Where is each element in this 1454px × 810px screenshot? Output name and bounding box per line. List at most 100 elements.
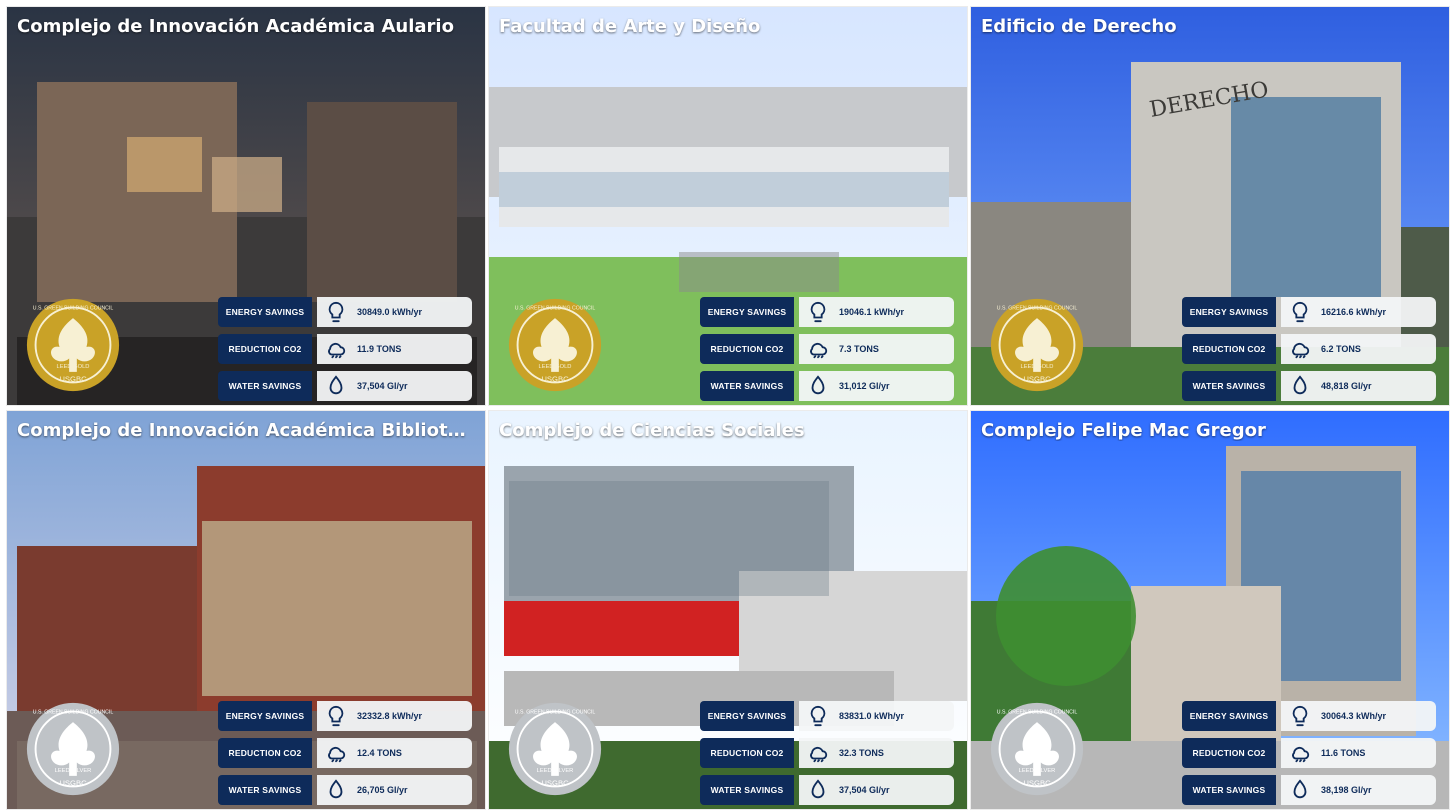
energy-value-box: 19046.1 kWh/yr	[799, 297, 954, 327]
co2-row: REDUCTION CO2 11.9 TONS	[218, 334, 472, 364]
badge-text-middle: LEED GOLD	[539, 364, 572, 370]
water-label: WATER SAVINGS	[218, 775, 312, 805]
leed-grid: Complejo de Innovación Académica Aulario…	[0, 0, 1454, 810]
lightbulb-icon	[328, 301, 344, 323]
building-title: Edificio de Derecho	[981, 17, 1177, 37]
co2-value: 11.6 TONS	[1321, 748, 1366, 758]
co2-row: REDUCTION CO2 6.2 TONS	[1182, 334, 1436, 364]
water-label: WATER SAVINGS	[700, 775, 794, 805]
cloud-icon	[810, 342, 828, 359]
stats-panel: ENERGY SAVINGS 83831.0 kWh/yr REDUCTION …	[700, 701, 954, 809]
co2-label: REDUCTION CO2	[1182, 738, 1276, 768]
water-drop-icon	[811, 779, 825, 799]
co2-value-box: 12.4 TONS	[317, 738, 472, 768]
energy-row: ENERGY SAVINGS 83831.0 kWh/yr	[700, 701, 954, 731]
energy-label: ENERGY SAVINGS	[218, 297, 312, 327]
co2-value-box: 11.9 TONS	[317, 334, 472, 364]
cloud-icon	[328, 342, 346, 359]
water-row: WATER SAVINGS 26,705 Gl/yr	[218, 775, 472, 805]
water-value: 37,504 Gl/yr	[357, 381, 408, 391]
lightbulb-icon	[810, 301, 826, 323]
energy-value: 30064.3 kWh/yr	[1321, 711, 1387, 721]
water-value-box: 31,012 Gl/yr	[799, 371, 954, 401]
water-value: 38,198 Gl/yr	[1321, 785, 1372, 795]
co2-value-box: 11.6 TONS	[1281, 738, 1436, 768]
water-row: WATER SAVINGS 38,198 Gl/yr	[1182, 775, 1436, 805]
water-value-box: 37,504 Gl/yr	[799, 775, 954, 805]
energy-value: 19046.1 kWh/yr	[839, 307, 905, 317]
badge-text-top: U.S. GREEN BUILDING COUNCIL	[997, 709, 1078, 715]
lightbulb-icon	[1292, 705, 1308, 727]
water-value-box: 48,818 Gl/yr	[1281, 371, 1436, 401]
stats-panel: ENERGY SAVINGS 30849.0 kWh/yr REDUCTION …	[218, 297, 472, 405]
building-card-aulario: Complejo de Innovación Académica Aulario…	[6, 6, 486, 406]
energy-value: 30849.0 kWh/yr	[357, 307, 423, 317]
badge-text-top: U.S. GREEN BUILDING COUNCIL	[997, 305, 1078, 311]
badge-text-top: U.S. GREEN BUILDING COUNCIL	[515, 305, 596, 311]
co2-value-box: 32.3 TONS	[799, 738, 954, 768]
water-label: WATER SAVINGS	[218, 371, 312, 401]
lightbulb-icon	[328, 705, 344, 727]
water-label: WATER SAVINGS	[700, 371, 794, 401]
stats-panel: ENERGY SAVINGS 30064.3 kWh/yr REDUCTION …	[1182, 701, 1436, 809]
co2-row: REDUCTION CO2 12.4 TONS	[218, 738, 472, 768]
co2-label: REDUCTION CO2	[700, 738, 794, 768]
stats-panel: ENERGY SAVINGS 16216.6 kWh/yr REDUCTION …	[1182, 297, 1436, 405]
water-label: WATER SAVINGS	[1182, 371, 1276, 401]
energy-label: ENERGY SAVINGS	[218, 701, 312, 731]
co2-value-box: 6.2 TONS	[1281, 334, 1436, 364]
building-title: Complejo Felipe Mac Gregor	[981, 421, 1266, 441]
cloud-icon	[1292, 746, 1310, 763]
water-value-box: 26,705 Gl/yr	[317, 775, 472, 805]
lightbulb-icon	[1292, 301, 1308, 323]
co2-label: REDUCTION CO2	[1182, 334, 1276, 364]
badge-text-middle: LEED SILVER	[55, 768, 92, 774]
water-value: 37,504 Gl/yr	[839, 785, 890, 795]
building-card-ciencias-sociales: Complejo de Ciencias Sociales USGBC U.S.…	[488, 410, 968, 810]
badge-text-top: U.S. GREEN BUILDING COUNCIL	[33, 305, 114, 311]
water-value-box: 38,198 Gl/yr	[1281, 775, 1436, 805]
co2-row: REDUCTION CO2 7.3 TONS	[700, 334, 954, 364]
water-value: 31,012 Gl/yr	[839, 381, 890, 391]
cloud-icon	[1292, 342, 1310, 359]
stats-panel: ENERGY SAVINGS 19046.1 kWh/yr REDUCTION …	[700, 297, 954, 405]
leed-gold-badge: USGBC U.S. GREEN BUILDING COUNCIL LEED G…	[508, 298, 602, 392]
leed-silver-badge: USGBC U.S. GREEN BUILDING COUNCIL LEED S…	[508, 702, 602, 796]
energy-value-box: 30064.3 kWh/yr	[1281, 701, 1436, 731]
water-row: WATER SAVINGS 48,818 Gl/yr	[1182, 371, 1436, 401]
energy-row: ENERGY SAVINGS 32332.8 kWh/yr	[218, 701, 472, 731]
badge-text-bottom: USGBC	[1023, 374, 1051, 383]
badge-text-bottom: USGBC	[59, 778, 87, 787]
energy-value: 16216.6 kWh/yr	[1321, 307, 1387, 317]
building-card-biblioteca: Complejo de Innovación Académica Bibliot…	[6, 410, 486, 810]
water-drop-icon	[1293, 779, 1307, 799]
co2-value: 12.4 TONS	[357, 748, 402, 758]
co2-label: REDUCTION CO2	[218, 334, 312, 364]
building-title: Facultad de Arte y Diseño	[499, 17, 761, 37]
leed-silver-badge: USGBC U.S. GREEN BUILDING COUNCIL LEED S…	[26, 702, 120, 796]
water-drop-icon	[1293, 375, 1307, 395]
building-title: Complejo de Ciencias Sociales	[499, 421, 805, 441]
energy-value: 83831.0 kWh/yr	[839, 711, 905, 721]
water-row: WATER SAVINGS 37,504 Gl/yr	[700, 775, 954, 805]
cloud-icon	[810, 746, 828, 763]
energy-value-box: 32332.8 kWh/yr	[317, 701, 472, 731]
leed-gold-badge: USGBC U.S. GREEN BUILDING COUNCIL LEED G…	[26, 298, 120, 392]
leed-gold-badge: USGBC U.S. GREEN BUILDING COUNCIL LEED G…	[990, 298, 1084, 392]
co2-value: 32.3 TONS	[839, 748, 884, 758]
building-card-arte-diseno: Facultad de Arte y Diseño USGBC U.S. GRE…	[488, 6, 968, 406]
badge-text-bottom: USGBC	[59, 374, 87, 383]
water-drop-icon	[329, 375, 343, 395]
energy-label: ENERGY SAVINGS	[700, 701, 794, 731]
energy-label: ENERGY SAVINGS	[1182, 297, 1276, 327]
lightbulb-icon	[810, 705, 826, 727]
co2-value-box: 7.3 TONS	[799, 334, 954, 364]
badge-text-top: U.S. GREEN BUILDING COUNCIL	[515, 709, 596, 715]
water-drop-icon	[811, 375, 825, 395]
energy-value-box: 16216.6 kWh/yr	[1281, 297, 1436, 327]
building-title: Complejo de Innovación Académica Bibliot…	[17, 421, 475, 441]
badge-text-bottom: USGBC	[1023, 778, 1051, 787]
co2-row: REDUCTION CO2 32.3 TONS	[700, 738, 954, 768]
energy-row: ENERGY SAVINGS 19046.1 kWh/yr	[700, 297, 954, 327]
building-card-derecho: DERECHO Edificio de Derecho USGBC U.S. G…	[970, 6, 1450, 406]
